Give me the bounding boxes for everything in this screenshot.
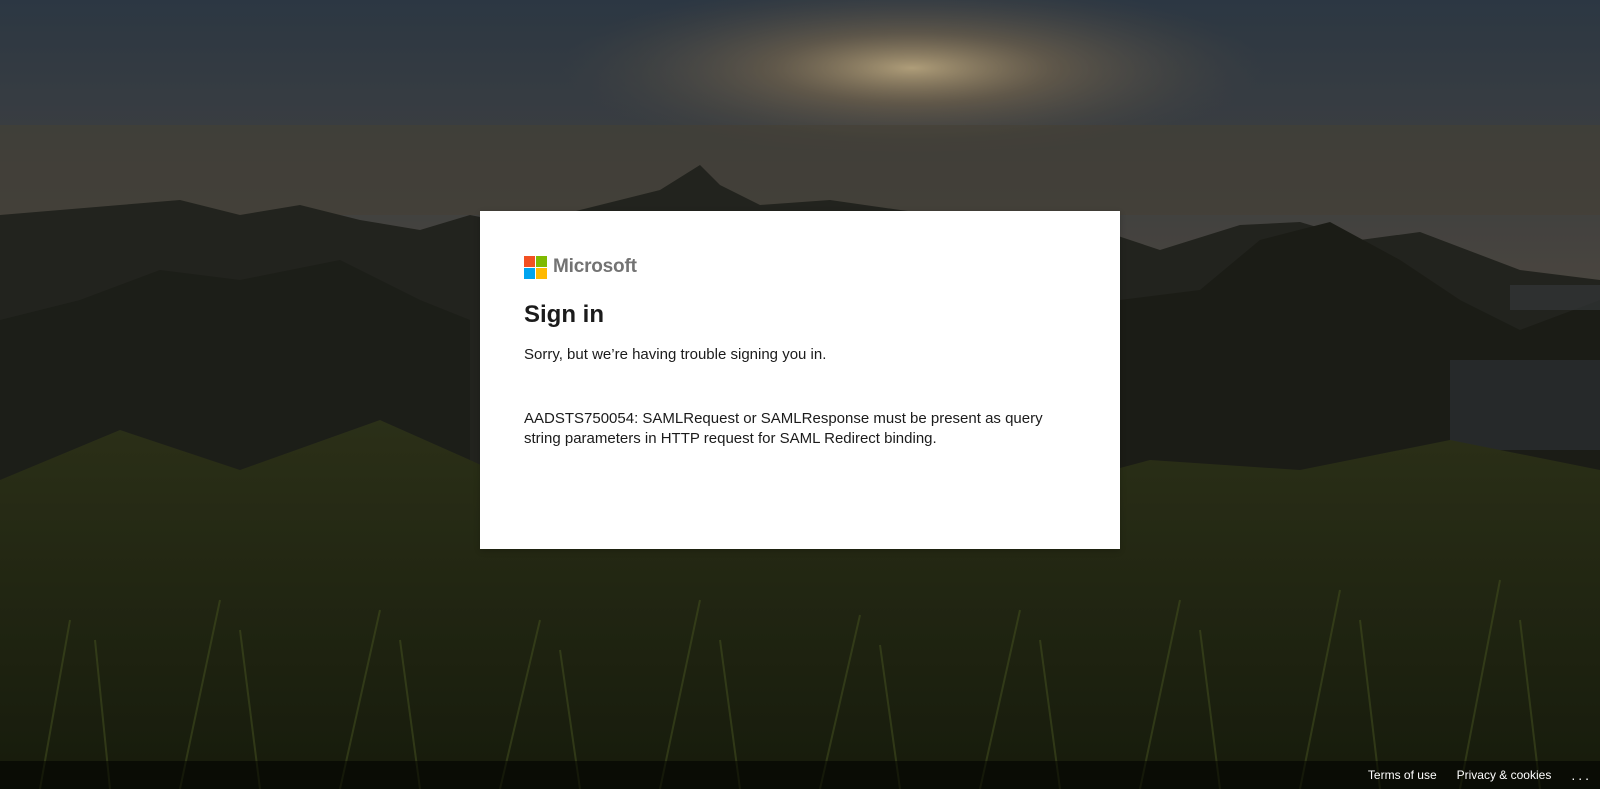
logo-square-blue <box>524 267 535 279</box>
brand-name: Microsoft <box>553 256 637 277</box>
signin-card: Microsoft Sign in Sorry, but we’re havin… <box>480 211 1120 549</box>
error-message: Sorry, but we’re having trouble signing … <box>524 346 827 363</box>
logo-square-green <box>536 255 547 267</box>
more-options-button[interactable]: ... <box>1571 767 1592 783</box>
terms-of-use-link[interactable]: Terms of use <box>1368 768 1437 782</box>
brand: Microsoft <box>524 255 1076 279</box>
logo-square-yellow <box>536 267 547 279</box>
microsoft-logo-icon <box>524 255 547 279</box>
footer: Terms of use Privacy & cookies ... <box>0 761 1600 789</box>
privacy-cookies-link[interactable]: Privacy & cookies <box>1457 768 1552 782</box>
error-detail: AADSTS750054: SAMLRequest or SAMLRespons… <box>524 410 1043 447</box>
page-title: Sign in <box>524 301 604 328</box>
logo-square-red <box>524 255 535 267</box>
